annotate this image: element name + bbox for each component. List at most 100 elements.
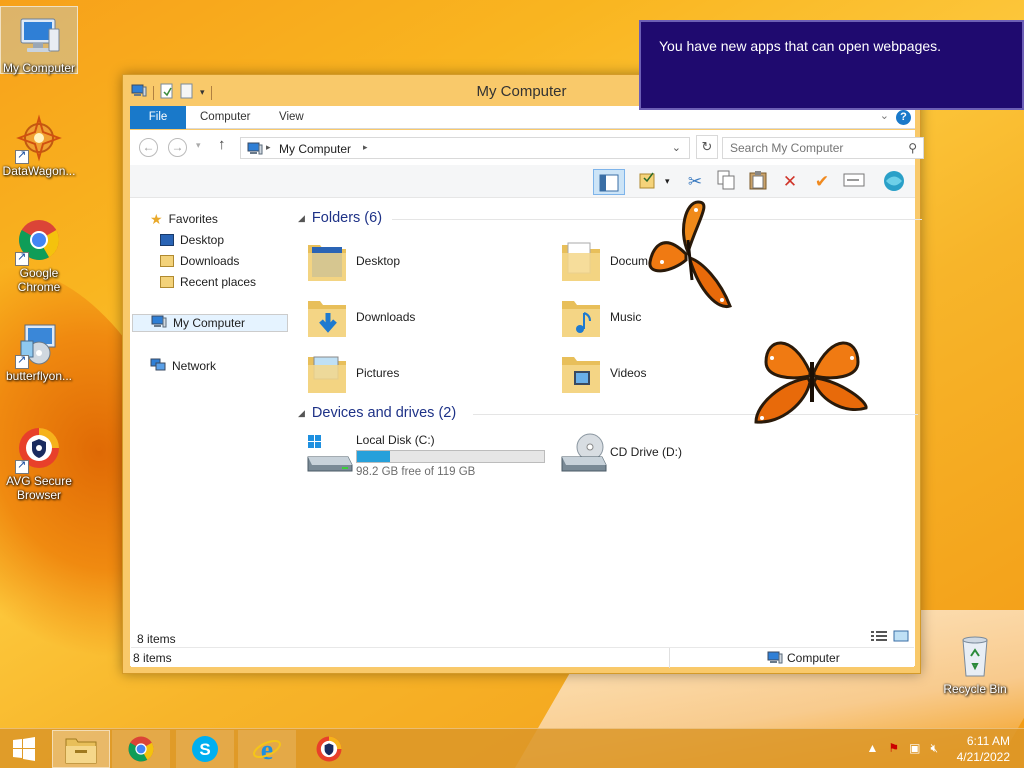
preview-pane-button[interactable] xyxy=(593,169,625,195)
up-button[interactable]: ↑ xyxy=(218,136,226,153)
desktop-icon-avg-secure-browser[interactable]: AVG Secure Browser xyxy=(0,420,78,502)
butterfly-image xyxy=(754,341,868,424)
nav-network[interactable]: Network xyxy=(150,357,216,375)
forward-button[interactable]: → xyxy=(168,138,187,157)
skype-icon: S xyxy=(192,736,218,762)
copy-icon[interactable] xyxy=(714,170,738,194)
videos-folder-icon xyxy=(560,351,602,395)
taskbar-avg-browser[interactable] xyxy=(300,730,358,768)
system-tray: ▲ ⚑ ▣ 🔇︎ xyxy=(866,741,938,756)
globe-icon[interactable] xyxy=(882,170,906,194)
status-location: Computer xyxy=(787,651,840,665)
start-button[interactable] xyxy=(0,730,48,768)
tab-view[interactable]: View xyxy=(279,106,304,129)
desktop-icon-label: DataWagon... xyxy=(2,164,76,178)
item-count: 8 items xyxy=(137,632,176,646)
breadcrumb-chevron-icon[interactable]: ▸ xyxy=(363,142,368,153)
music-folder-icon xyxy=(560,295,602,339)
search-box[interactable]: ⚲ xyxy=(722,137,924,159)
taskbar: S e ▲ ⚑ ▣ 🔇︎ 6:11 AM 4/21/2022 xyxy=(0,728,1024,768)
status-item-count: 8 items xyxy=(133,651,172,665)
search-input[interactable] xyxy=(730,141,895,155)
open-folder-icon[interactable] xyxy=(636,170,660,194)
address-dropdown-icon[interactable]: ⌄ xyxy=(672,141,681,154)
tab-file[interactable]: File xyxy=(130,106,186,129)
address-row: ← → ▾ ↑ ▸ My Computer ▸ ⌄ ↻ ⚲ xyxy=(130,130,924,165)
desktop-icon-datawagon[interactable]: DataWagon... xyxy=(0,110,78,178)
network-status-icon[interactable]: ▣ xyxy=(909,741,920,756)
documents-folder-icon xyxy=(560,239,602,283)
back-button[interactable]: ← xyxy=(139,138,158,157)
desktop-icon-label: My Computer xyxy=(2,61,76,75)
shortcut-arrow-icon xyxy=(15,458,29,474)
notification-toast[interactable]: You have new apps that can open webpages… xyxy=(639,20,1024,110)
drive-cd-d[interactable]: CD Drive (D:) xyxy=(548,427,788,481)
drive-label: CD Drive (D:) xyxy=(610,445,682,459)
devices-group-header[interactable]: ◢ Devices and drives (2) xyxy=(298,405,918,421)
breadcrumb-my-computer[interactable]: My Computer xyxy=(279,142,351,156)
group-title: Devices and drives (2) xyxy=(311,405,457,421)
refresh-button[interactable]: ↻ xyxy=(696,135,718,159)
nav-desktop[interactable]: Desktop xyxy=(160,231,224,249)
desktop-icon-butterflyon[interactable]: butterflyon... xyxy=(0,315,78,383)
nav-label: Network xyxy=(172,359,217,373)
svg-text:S: S xyxy=(199,740,210,759)
nav-recent-places[interactable]: Recent places xyxy=(160,273,256,291)
taskbar-skype[interactable]: S xyxy=(176,730,234,768)
folders-group-header[interactable]: ◢ Folders (6) xyxy=(298,210,922,226)
desktop-icon-my-computer[interactable]: My Computer xyxy=(0,6,78,75)
pictures-folder-icon xyxy=(306,351,348,395)
ribbon-expand-icon[interactable]: ⌄ xyxy=(880,109,889,122)
status-bar: 8 items Computer xyxy=(131,647,914,668)
drive-local-disk-c[interactable]: Local Disk (C:) 98.2 GB free of 119 GB xyxy=(294,427,548,481)
nav-downloads[interactable]: Downloads xyxy=(160,252,239,270)
desktop-icon-recycle-bin[interactable]: Recycle Bin xyxy=(936,628,1014,696)
folder-label: Music xyxy=(610,310,642,324)
svg-text:e: e xyxy=(261,735,273,764)
collapse-triangle-icon[interactable]: ◢ xyxy=(298,408,305,419)
address-bar[interactable]: ▸ My Computer ▸ ⌄ xyxy=(240,137,690,159)
collapse-triangle-icon[interactable]: ◢ xyxy=(298,213,305,224)
cut-icon[interactable]: ✂ xyxy=(683,170,707,194)
taskbar-clock[interactable]: 6:11 AM 4/21/2022 xyxy=(930,733,1010,765)
desktop-folder-icon xyxy=(160,234,174,246)
nav-label: My Computer xyxy=(173,316,246,330)
shortcut-arrow-icon xyxy=(15,250,29,266)
folder-label: Downloads xyxy=(356,310,416,324)
delete-icon[interactable]: ✕ xyxy=(778,170,802,194)
nav-my-computer[interactable]: My Computer xyxy=(132,314,288,332)
disk-usage-fill xyxy=(357,451,390,462)
open-dropdown-icon[interactable]: ▾ xyxy=(665,176,670,187)
large-icons-view-icon[interactable] xyxy=(893,630,909,645)
taskbar-chrome[interactable] xyxy=(112,730,170,768)
clock-date: 4/21/2022 xyxy=(956,750,1010,764)
breadcrumb-chevron-icon[interactable]: ▸ xyxy=(266,142,271,153)
cd-drive-icon xyxy=(560,431,608,478)
avg-browser-icon xyxy=(316,736,342,762)
help-button[interactable]: ? xyxy=(896,110,911,125)
folder-downloads[interactable]: Downloads xyxy=(294,293,534,343)
tab-computer[interactable]: Computer xyxy=(200,106,251,129)
recent-locations-icon[interactable]: ▾ xyxy=(196,140,201,151)
rename-icon[interactable] xyxy=(842,170,866,194)
nav-label: Favorites xyxy=(168,212,218,226)
show-hidden-icons-icon[interactable]: ▲ xyxy=(866,741,878,756)
search-icon[interactable]: ⚲ xyxy=(908,141,917,155)
taskbar-internet-explorer[interactable]: e xyxy=(238,730,296,768)
details-view-icon[interactable] xyxy=(871,630,887,645)
checkmark-icon[interactable]: ✔ xyxy=(810,170,834,194)
nav-favorites[interactable]: ★ Favorites xyxy=(150,210,218,228)
paste-icon[interactable] xyxy=(746,170,770,194)
windows-logo-icon xyxy=(13,737,35,761)
downloads-folder-icon xyxy=(306,295,348,339)
taskbar-file-explorer[interactable] xyxy=(52,730,110,768)
folder-desktop[interactable]: Desktop xyxy=(294,237,534,287)
recycle-bin-icon xyxy=(951,632,999,680)
datawagon-icon xyxy=(15,114,63,164)
folder-label: Videos xyxy=(610,366,647,380)
drive-label: Local Disk (C:) xyxy=(356,433,435,447)
desktop-icon-google-chrome[interactable]: Google Chrome xyxy=(0,212,78,294)
folder-pictures[interactable]: Pictures xyxy=(294,349,534,399)
hard-drive-icon xyxy=(306,431,354,478)
action-center-flag-icon[interactable]: ⚑ xyxy=(888,741,899,756)
